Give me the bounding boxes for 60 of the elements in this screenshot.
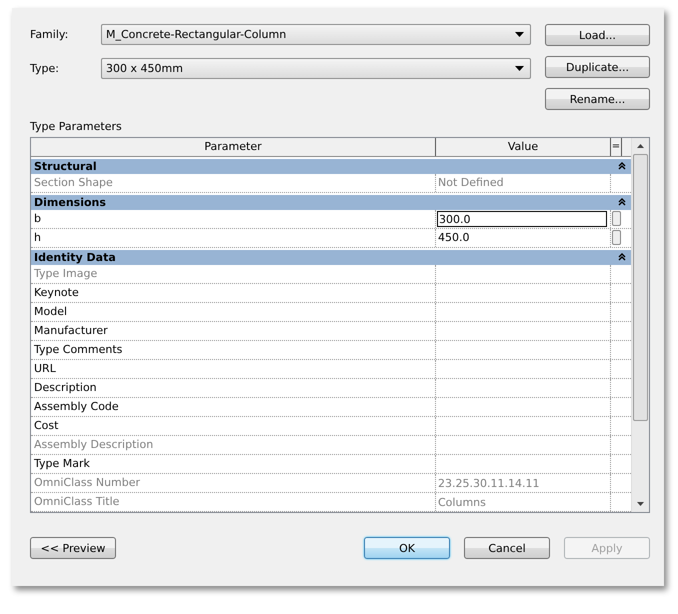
parameter-cell: OmniClass Number — [31, 474, 436, 492]
parameter-cell: Section Shape — [31, 174, 436, 192]
column-header[interactable]: Parameter — [31, 138, 436, 156]
parameter-cell: Type Image — [31, 265, 436, 284]
parameter-cell: URL — [31, 360, 436, 378]
parameter-cell: Assembly Code — [31, 398, 436, 416]
scroll-down-icon[interactable] — [637, 502, 644, 506]
parameter-cell: Cost — [31, 417, 436, 436]
table-row[interactable]: h 450.0 — [31, 228, 631, 248]
value-cell-text: 450.0 — [437, 231, 470, 244]
edit-button[interactable] — [612, 230, 621, 246]
section-title: Type Parameters — [30, 120, 123, 133]
scroll-up-icon[interactable] — [637, 144, 644, 148]
value-cell-text: Not Defined — [437, 176, 504, 190]
table-row[interactable]: Assembly Code — [31, 398, 631, 418]
table-row[interactable]: Model — [31, 303, 631, 322]
type-label: Type: — [30, 62, 60, 75]
table-row[interactable]: Description — [31, 379, 631, 398]
table-row[interactable]: Manufacturer — [31, 322, 631, 342]
parameter-cell: Manufacturer — [31, 322, 436, 340]
edit-button[interactable] — [612, 211, 621, 226]
dialog-button[interactable]: Cancel — [464, 537, 550, 559]
scrollbar[interactable] — [631, 138, 649, 512]
parameter-cell: Keynote — [31, 284, 436, 302]
group-header[interactable]: Dimensions — [31, 194, 631, 210]
parameter-cell: OmniClass Title — [31, 493, 436, 512]
dialog-button[interactable]: Rename... — [545, 88, 650, 110]
collapse-icon[interactable] — [618, 253, 626, 262]
parameter-cell: h — [31, 228, 436, 247]
parameter-cell: Type Comments — [31, 341, 436, 360]
collapse-icon[interactable] — [618, 198, 626, 206]
group-header[interactable]: Structural — [31, 158, 631, 174]
value-input[interactable]: 300.0 — [437, 210, 607, 227]
dialog-button[interactable]: << Preview — [30, 537, 116, 559]
table-row[interactable]: URL — [31, 360, 631, 380]
type-dropdown[interactable]: 300 x 450mm — [101, 58, 531, 79]
parameter-cell: Type Mark — [31, 455, 436, 474]
collapse-icon[interactable] — [618, 162, 626, 170]
table-row[interactable]: Cost — [31, 417, 631, 436]
value-cell-text: 23.25.30.11.14.11 — [437, 476, 540, 490]
value-cell-text: Columns — [437, 496, 486, 509]
caret-icon — [515, 66, 524, 71]
parameter-cell: Description — [31, 379, 436, 398]
parameter-cell: b — [31, 210, 436, 228]
dialog-button[interactable]: Load... — [545, 24, 650, 46]
dialog-button[interactable]: Duplicate... — [545, 56, 650, 78]
table-row[interactable]: Type Comments — [31, 341, 631, 360]
table-row[interactable]: Type Mark — [31, 455, 631, 474]
group-header[interactable]: Identity Data — [31, 250, 631, 266]
scroll-thumb[interactable] — [633, 154, 648, 421]
caret-icon — [515, 32, 524, 37]
column-header[interactable]: Value — [436, 138, 611, 156]
column-header[interactable]: = — [611, 138, 622, 156]
parameter-cell: Assembly Description — [31, 436, 436, 454]
family-label: Family: — [30, 28, 70, 41]
parameter-cell: Model — [31, 303, 436, 322]
table-row[interactable]: Keynote — [31, 284, 631, 304]
dialog-button[interactable]: OK — [364, 537, 450, 559]
family-dropdown[interactable]: M_Concrete-Rectangular-Column — [101, 24, 531, 45]
table-row[interactable]: b 300.0 — [31, 210, 631, 229]
